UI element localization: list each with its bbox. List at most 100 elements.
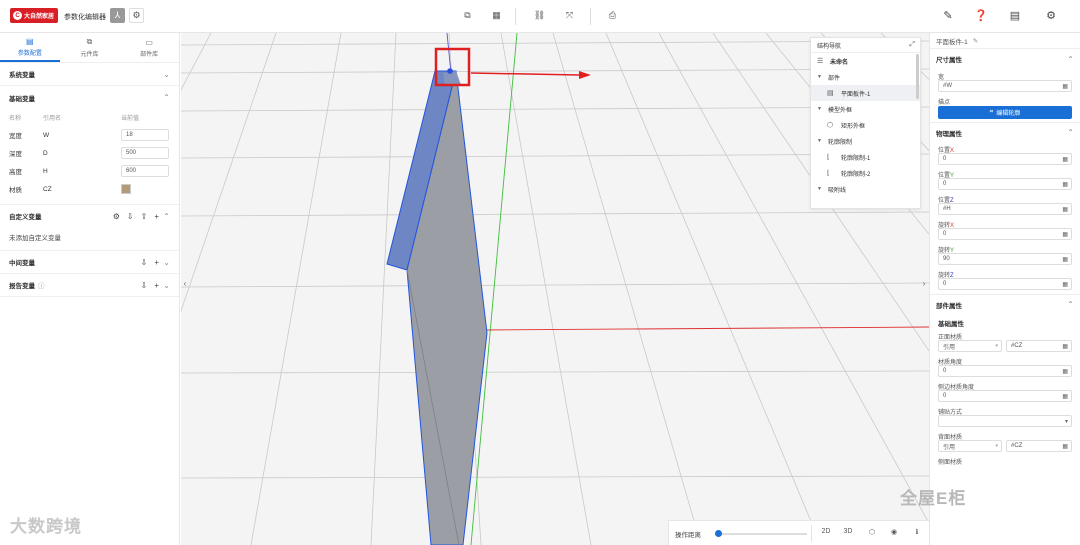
pos-z-field[interactable]: #H ▦ [938,203,1072,215]
middle-vars-section[interactable]: 中间变量 ⇩ + ⌄ [0,251,179,274]
annotation-arrowhead [579,71,591,79]
material-swatch[interactable] [121,184,131,194]
chevron-down-icon: ▾ [995,343,998,349]
edit-pencil-icon[interactable]: ✎ [941,8,955,22]
box-view-button[interactable]: ⧉ [460,8,475,23]
collapse-left-icon[interactable]: ‹ [181,276,189,290]
settings-gear-button[interactable]: ⚙ [129,8,144,23]
tree-item-model-frame[interactable]: ▼ 模型外框 [811,101,920,117]
add-icon[interactable]: + [154,258,159,267]
collapse-right-icon[interactable]: › [920,276,928,290]
add-icon[interactable]: + [154,281,159,290]
front-material-field[interactable]: #CZ ▦ [1006,340,1072,352]
tree-item-rect-frame[interactable]: ⬡ 矩形外框 [811,117,920,133]
calculator-icon[interactable]: ▦ [1062,281,1068,288]
edit-contour-button[interactable]: ⌗ 编辑轮廓 [938,106,1072,119]
export-icon[interactable]: ⇧ [141,212,148,221]
pos-y-label: 位置Y [938,173,955,179]
base-vars-section[interactable]: 基础变量 ⌃ [0,86,179,109]
layers-icon: ☰ [817,58,824,65]
document-icon[interactable]: ▤ [1008,8,1022,22]
tree-item-snap-lines[interactable]: ▼ 吸附线 [811,181,920,197]
import-icon[interactable]: ⇩ [141,258,148,267]
tree-item-root[interactable]: ☰ 未命名 [811,53,920,69]
calculator-icon[interactable]: ▦ [1062,256,1068,263]
view-2d-button[interactable]: 2D [819,528,833,535]
calculator-icon[interactable]: ▦ [1062,83,1068,90]
tree-item-parts[interactable]: ▼ 部件 [811,69,920,85]
info-icon[interactable]: ℹ [910,528,924,536]
measure-tool-button[interactable]: ⅄ [110,8,125,23]
pos-x-field[interactable]: 0 ▦ [938,153,1072,165]
import-icon[interactable]: ⇩ [127,212,134,221]
size-section[interactable]: 尺寸属性 ⌃ [930,49,1080,69]
nav-scrollbar[interactable] [916,54,919,99]
side-texture-angle-field[interactable]: 0 ▦ [938,390,1072,402]
calculator-icon[interactable]: ▦ [1062,368,1068,375]
bottom-view-bar: 操作距离 2D 3D ⬡ ◉ ℹ [668,520,929,545]
tab-part-library[interactable]: ▭ 部件库 [119,33,179,62]
help-icon[interactable]: ❓ [974,8,988,22]
tree-item-contour-2[interactable]: ⌊ 轮廓限制-2 [811,165,920,181]
back-material-field[interactable]: #CZ ▦ [1006,440,1072,452]
logo-icon: C [13,11,22,20]
structure-nav-panel: 结构导航 ⤢ ☰ 未命名 ▼ 部件 ▤ 平面板件-1 ▼ 模型外框 ⬡ 矩形外框 ▼ 轮廓限制… [810,37,921,209]
tab-param-config[interactable]: ▤ 参数配置 [0,33,60,62]
distance-slider-handle[interactable] [715,530,722,537]
rename-pencil-icon[interactable]: ✎ [973,37,978,45]
part-section[interactable]: 部件属性 ⌃ [930,294,1080,314]
chevron-down-icon: ⌄ [163,280,170,290]
tree-item-contour-limits[interactable]: ▼ 轮廓限制 [811,133,920,149]
panel-icon: ▤ [827,90,834,97]
chevron-up-icon: ⌃ [163,93,170,102]
rot-z-field[interactable]: 0 ▦ [938,278,1072,290]
expand-icon[interactable]: ⤢ [909,41,915,49]
cube-view-icon[interactable]: ⬡ [865,528,879,536]
rot-x-field[interactable]: 0 ▦ [938,228,1072,240]
width-field[interactable]: #W ▦ [938,80,1072,92]
bar-divider [811,525,812,542]
settings-icon[interactable]: ⚙ [1044,8,1058,22]
calculator-icon[interactable]: ▦ [1062,156,1068,163]
value-input[interactable]: 18 [121,129,169,141]
pos-y-field[interactable]: 0 ▦ [938,178,1072,190]
export-doc-button[interactable]: ⎙ [605,8,620,23]
calculator-icon[interactable]: ▦ [1062,181,1068,188]
add-icon[interactable]: + [154,212,159,221]
system-vars-section[interactable]: 系统变量 ⌄ [0,63,179,86]
back-material-mode-select[interactable]: 引用 ▾ [938,440,1002,452]
watermark-left: 大数跨境 [10,517,82,536]
physics-section[interactable]: 物理属性 ⌃ [930,122,1080,142]
toolbar-divider [515,8,516,25]
calculator-icon[interactable]: ▦ [1062,343,1068,350]
front-material-row: 引用 ▾ #CZ ▦ [938,340,1072,352]
help-circle-icon[interactable]: ⓘ [38,280,45,290]
calculator-icon[interactable]: ▦ [1062,393,1068,400]
calculator-icon[interactable]: ▦ [1062,206,1068,213]
value-input[interactable]: 600 [121,165,169,177]
grid-view-button[interactable]: ▦ [489,8,504,23]
custom-vars-section[interactable]: 自定义变量 ⚙ ⇩ ⇧ + ⌃ [0,204,179,227]
caret-down-icon: ▼ [817,74,822,80]
eye-icon[interactable]: ◉ [887,528,901,536]
front-material-mode-select[interactable]: 引用 ▾ [938,340,1002,352]
distance-slider-track[interactable] [717,533,807,535]
node-tool-button[interactable]: ⤧ [562,8,577,23]
rot-y-field[interactable]: 90 ▦ [938,253,1072,265]
calculator-icon[interactable]: ▦ [1062,231,1068,238]
edge-mode-select[interactable]: ▾ [938,415,1072,427]
edit-contour-icon: ⌗ [989,109,994,115]
value-input[interactable]: 500 [121,147,169,159]
settings-icon[interactable]: ⚙ [113,212,120,221]
texture-angle-field[interactable]: 0 ▦ [938,365,1072,377]
report-vars-section[interactable]: 报告变量 ⓘ ⇩ + ⌄ [0,274,179,297]
pos-z-label: 位置Z [938,198,954,204]
calculator-icon[interactable]: ▦ [1062,443,1068,450]
anchor-point[interactable] [447,68,453,74]
import-icon[interactable]: ⇩ [141,281,148,290]
tab-component-library[interactable]: ⧉ 元件库 [60,33,120,62]
view-3d-button[interactable]: 3D [841,528,855,535]
tree-item-panel-1[interactable]: ▤ 平面板件-1 [811,85,920,101]
link-tool-button[interactable]: ⛓ [532,8,547,23]
tree-item-contour-1[interactable]: ⌊ 轮廓限制-1 [811,149,920,165]
